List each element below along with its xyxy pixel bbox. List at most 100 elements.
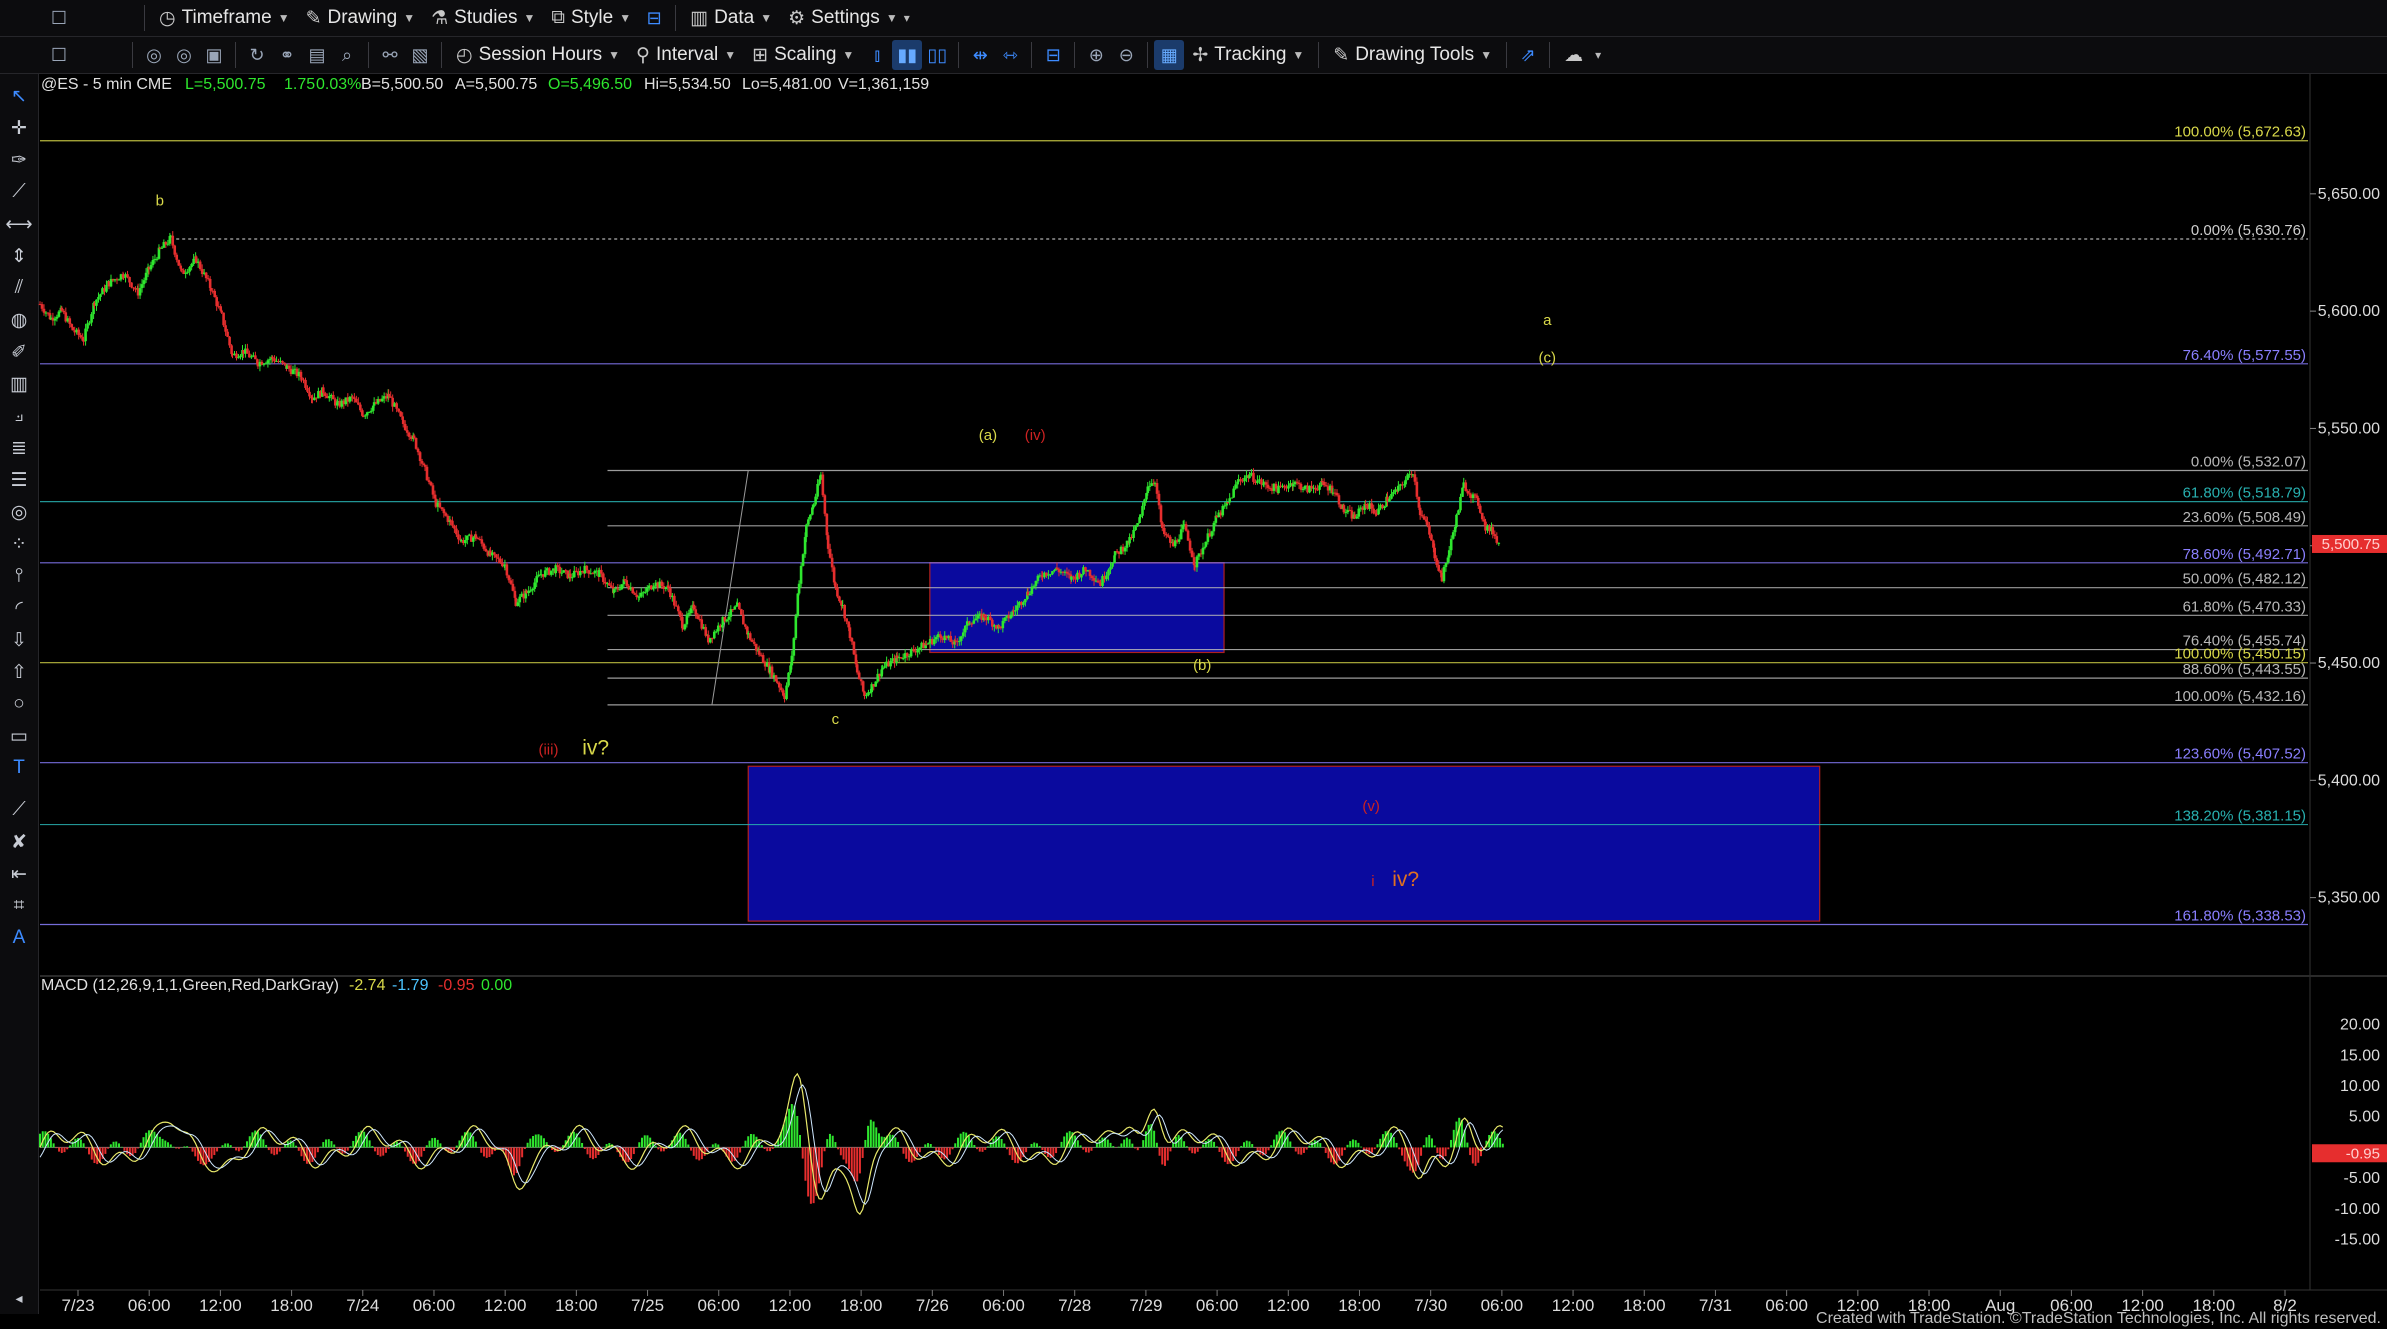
macd-histogram-bar bbox=[1319, 1143, 1322, 1148]
candle-body bbox=[794, 615, 798, 639]
candle-body bbox=[412, 435, 416, 438]
macd-histogram-bar bbox=[894, 1137, 897, 1148]
candle-body bbox=[471, 537, 475, 542]
candle-body bbox=[367, 411, 371, 413]
macd-histogram-bar bbox=[763, 1147, 766, 1149]
macd-histogram-bar bbox=[1371, 1147, 1374, 1153]
candle-body bbox=[608, 583, 611, 586]
candle-body bbox=[533, 582, 536, 589]
wave-label: c bbox=[832, 711, 840, 728]
macd-histogram-bar bbox=[117, 1143, 120, 1148]
macd-histogram-bar bbox=[453, 1147, 456, 1150]
macd-histogram-bar bbox=[867, 1125, 870, 1148]
macd-histogram-bar bbox=[1144, 1131, 1147, 1148]
macd-histogram-bar bbox=[948, 1147, 951, 1155]
candle-body bbox=[859, 679, 863, 682]
candle-body bbox=[224, 325, 227, 332]
macd-histogram-bar bbox=[376, 1147, 379, 1156]
macd-histogram-bar bbox=[641, 1137, 644, 1148]
candle-body bbox=[712, 631, 716, 639]
candle-body bbox=[543, 570, 547, 577]
macd-histogram-bar bbox=[246, 1141, 249, 1148]
candle-body bbox=[1283, 485, 1286, 488]
wave-label: (b) bbox=[1193, 657, 1211, 674]
candle-body bbox=[420, 461, 424, 464]
candle-body bbox=[1204, 541, 1208, 547]
candle-body bbox=[1141, 505, 1144, 516]
time-tick-label: 7/30 bbox=[1414, 1296, 1447, 1315]
candle-body bbox=[696, 614, 700, 619]
candle-body bbox=[570, 577, 574, 579]
candle-body bbox=[60, 307, 64, 311]
candle-body bbox=[495, 554, 498, 558]
candle-body bbox=[1055, 567, 1059, 570]
candle-body bbox=[857, 672, 861, 680]
candle-body bbox=[1166, 535, 1170, 537]
candle-body bbox=[1420, 515, 1424, 517]
candle-body bbox=[268, 359, 272, 361]
candle-body bbox=[1003, 617, 1007, 621]
candle-body bbox=[380, 398, 384, 402]
macd-histogram-bar bbox=[368, 1140, 371, 1148]
candle-body bbox=[186, 271, 189, 273]
macd-histogram-bar bbox=[226, 1143, 229, 1148]
candle-body bbox=[457, 534, 460, 540]
macd-histogram-bar bbox=[431, 1138, 434, 1148]
macd-histogram-bar bbox=[1183, 1141, 1186, 1148]
chart-canvas[interactable]: 100.00% (5,672.63) 0.00% (5,630.76) 76.40%… bbox=[0, 0, 2387, 1329]
low-price: Lo=5,481.00 bbox=[742, 76, 832, 93]
macd-histogram-bar bbox=[1095, 1143, 1098, 1148]
candle-body bbox=[190, 263, 193, 268]
candle-body bbox=[55, 316, 59, 319]
macd-histogram-bar bbox=[262, 1139, 265, 1148]
candle-body bbox=[549, 570, 553, 575]
candle-body bbox=[291, 369, 295, 374]
macd-histogram-bar bbox=[826, 1139, 829, 1148]
macd-histogram-bar bbox=[877, 1133, 880, 1148]
macd-histogram-bar bbox=[1035, 1143, 1038, 1148]
candle-body bbox=[42, 308, 46, 313]
candle-body bbox=[612, 589, 616, 593]
candle-body bbox=[239, 355, 242, 358]
candle-body bbox=[140, 284, 144, 289]
time-tick-label: 12:00 bbox=[1552, 1296, 1595, 1315]
macd-histogram-bar bbox=[420, 1147, 423, 1157]
candle-body bbox=[395, 403, 398, 409]
macd-histogram-bar bbox=[848, 1147, 851, 1169]
candle-body bbox=[1473, 494, 1477, 496]
candle-body bbox=[834, 582, 837, 588]
candle-body bbox=[1314, 487, 1317, 490]
macd-histogram-bar bbox=[771, 1147, 774, 1149]
candle-body bbox=[1442, 566, 1446, 582]
price-tick-label: 5,600.00 bbox=[2318, 303, 2380, 320]
time-tick-label: 06:00 bbox=[1196, 1296, 1239, 1315]
candle-body bbox=[797, 583, 801, 594]
macd-histogram-bar bbox=[804, 1147, 807, 1181]
candle-body bbox=[1397, 485, 1400, 491]
macd-histogram-bar bbox=[229, 1145, 232, 1148]
candle-body bbox=[86, 323, 89, 329]
macd-histogram-bar bbox=[58, 1147, 61, 1152]
macd-histogram-bar bbox=[801, 1147, 804, 1159]
candle-body bbox=[1232, 488, 1235, 498]
price-series bbox=[38, 231, 1501, 703]
fib-level-label: 100.00% (5,432.16) bbox=[2174, 688, 2306, 705]
macd-histogram-bar bbox=[700, 1147, 703, 1160]
macd-histogram-bar bbox=[1311, 1142, 1314, 1148]
macd-histogram-bar bbox=[842, 1147, 845, 1160]
macd-histogram-bar bbox=[1425, 1137, 1428, 1148]
candle-body bbox=[787, 672, 790, 686]
candle-body bbox=[79, 335, 82, 338]
macd-histogram-bar bbox=[1237, 1147, 1240, 1152]
candle-body bbox=[53, 318, 57, 321]
candle-body bbox=[1455, 514, 1458, 527]
macd-histogram-bar bbox=[839, 1147, 842, 1156]
macd-histogram-bar bbox=[927, 1143, 930, 1148]
candle-body bbox=[466, 535, 469, 540]
candle-body bbox=[1422, 516, 1426, 520]
candle-body bbox=[99, 294, 102, 297]
wave-label: a bbox=[1543, 312, 1552, 329]
macd-histogram-bar bbox=[1351, 1139, 1354, 1148]
macd-histogram-bar bbox=[630, 1147, 633, 1160]
macd-histogram-bar bbox=[175, 1147, 178, 1149]
